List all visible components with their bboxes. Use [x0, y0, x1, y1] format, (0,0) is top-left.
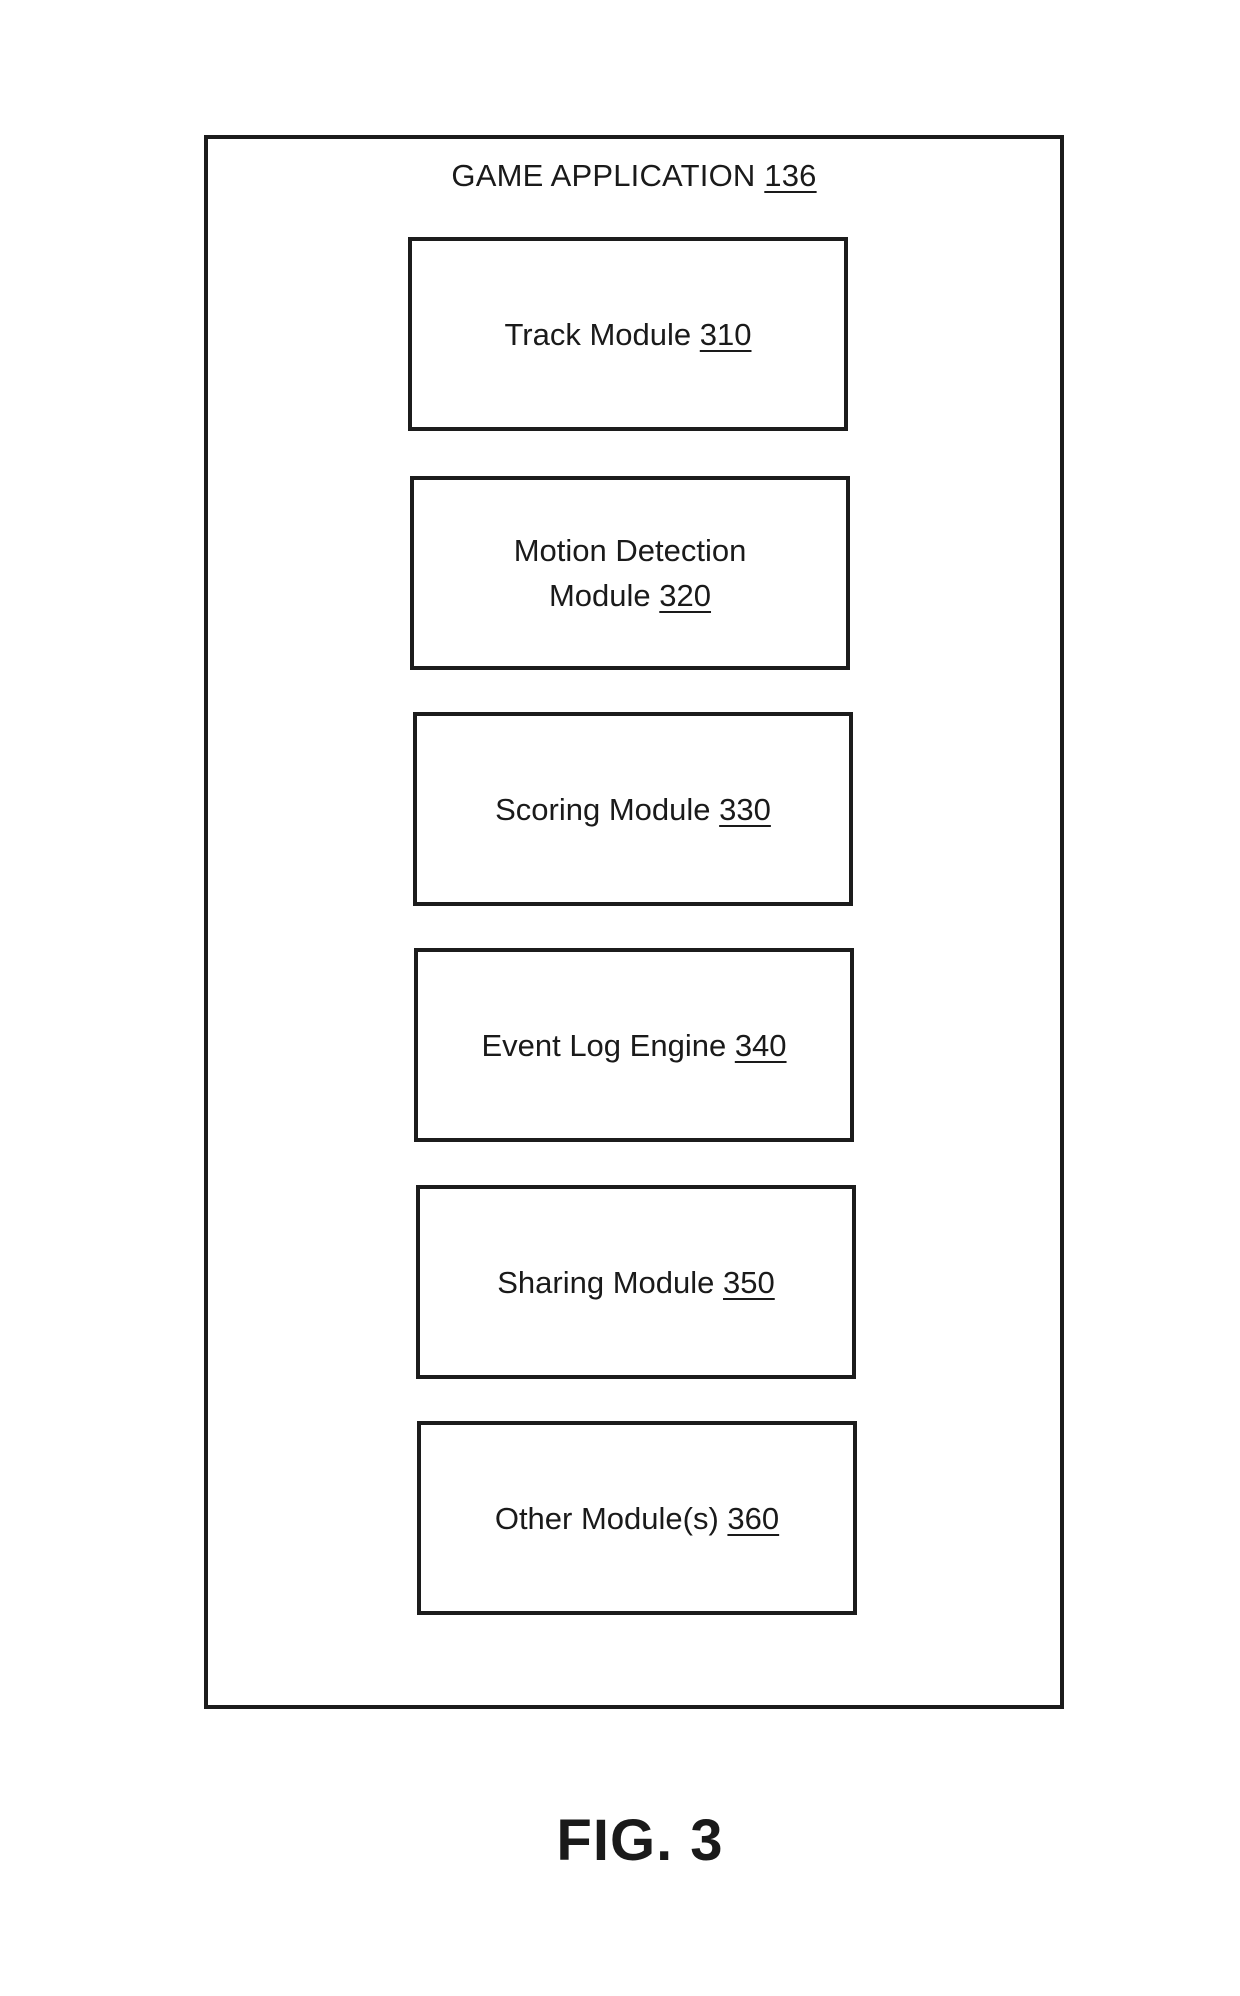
figure-label: FIG. 3 — [556, 1808, 724, 1873]
module-box-event-log-engine: Event Log Engine 340 — [414, 948, 854, 1142]
module-label: Motion Detection Module 320 — [514, 528, 747, 618]
module-ref-number: 360 — [727, 1500, 780, 1536]
module-box-track: Track Module 310 — [408, 237, 848, 431]
module-label: Other Module(s) 360 — [495, 1496, 779, 1541]
module-ref-number: 340 — [734, 1027, 787, 1063]
module-name-line-2: Module — [548, 578, 651, 613]
module-name: Scoring Module — [495, 791, 711, 827]
module-box-scoring: Scoring Module 330 — [413, 712, 853, 906]
module-name: Event Log Engine — [481, 1027, 727, 1063]
module-label: Scoring Module 330 — [495, 787, 771, 832]
module-label: Event Log Engine 340 — [481, 1023, 786, 1068]
container-title-text: GAME APPLICATION — [451, 158, 756, 193]
container-ref-number: 136 — [764, 158, 817, 193]
module-box-other: Other Module(s) 360 — [417, 1421, 857, 1615]
module-name-line-1: Motion Detection — [513, 533, 747, 568]
module-name: Track Module — [504, 316, 692, 352]
module-box-sharing: Sharing Module 350 — [416, 1185, 856, 1379]
module-label: Track Module 310 — [505, 312, 752, 357]
module-name: Other Module(s) — [494, 1500, 719, 1536]
module-ref-number: 310 — [699, 316, 752, 352]
module-ref-number: 330 — [719, 791, 771, 827]
module-label: Sharing Module 350 — [497, 1260, 775, 1305]
module-ref-number: 350 — [723, 1264, 775, 1300]
module-ref-number: 320 — [659, 578, 712, 613]
module-name: Sharing Module — [497, 1264, 715, 1300]
container-title: GAME APPLICATION 136 — [204, 156, 1064, 196]
module-box-motion-detection: Motion Detection Module 320 — [410, 476, 850, 670]
